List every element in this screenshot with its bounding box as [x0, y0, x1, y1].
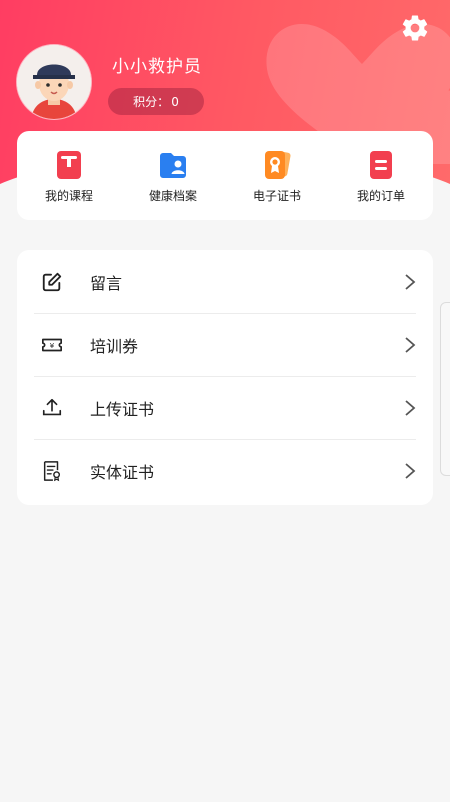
menu-item-label: 留言	[90, 273, 123, 293]
book-icon	[57, 151, 81, 179]
document-certificate-icon	[43, 460, 61, 481]
certificate-icon	[265, 151, 291, 179]
chevron-right-icon	[405, 462, 416, 479]
avatar-illustration	[17, 45, 91, 119]
menu-item-label: 实体证书	[90, 462, 155, 482]
edit-icon	[42, 272, 62, 291]
points-label: 积分：	[133, 95, 170, 109]
menu-item-physical-certificate[interactable]: 实体证书	[17, 439, 433, 502]
menu-list: 留言 ¥ 培训券 上传证书 实体证书	[17, 250, 433, 505]
avatar[interactable]	[17, 45, 91, 119]
settings-button[interactable]	[398, 11, 432, 45]
ticket-icon: ¥	[42, 338, 62, 351]
quick-action-label: 健康档案	[148, 189, 197, 203]
quick-action-my-orders[interactable]: 我的订单	[331, 147, 431, 204]
points-value: 0	[171, 94, 179, 109]
menu-item-label: 培训券	[90, 336, 139, 356]
points-badge[interactable]: 积分： 0	[108, 88, 204, 115]
quick-action-label: 电子证书	[252, 189, 301, 203]
quick-actions-card: 我的课程 健康档案 电子证书 我的订单	[17, 131, 433, 220]
quick-action-health-records[interactable]: 健康档案	[123, 147, 223, 204]
chevron-right-icon	[405, 336, 416, 353]
upload-icon	[42, 398, 62, 415]
menu-item-training-voucher[interactable]: ¥ 培训券	[17, 313, 433, 376]
order-icon	[370, 151, 392, 179]
menu-item-upload-certificate[interactable]: 上传证书	[17, 376, 433, 439]
side-scroll-handle[interactable]	[440, 302, 450, 476]
gear-icon	[402, 15, 428, 41]
health-folder-icon	[160, 153, 186, 178]
menu-item-message[interactable]: 留言	[17, 250, 433, 313]
svg-text:¥: ¥	[50, 341, 55, 350]
quick-action-my-courses[interactable]: 我的课程	[19, 147, 119, 204]
quick-action-label: 我的课程	[44, 189, 93, 203]
quick-action-label: 我的订单	[356, 189, 405, 203]
chevron-right-icon	[405, 399, 416, 416]
menu-item-label: 上传证书	[90, 399, 155, 419]
quick-action-e-certificate[interactable]: 电子证书	[227, 147, 327, 204]
username: 小小救护员	[112, 57, 202, 77]
chevron-right-icon	[405, 273, 416, 290]
